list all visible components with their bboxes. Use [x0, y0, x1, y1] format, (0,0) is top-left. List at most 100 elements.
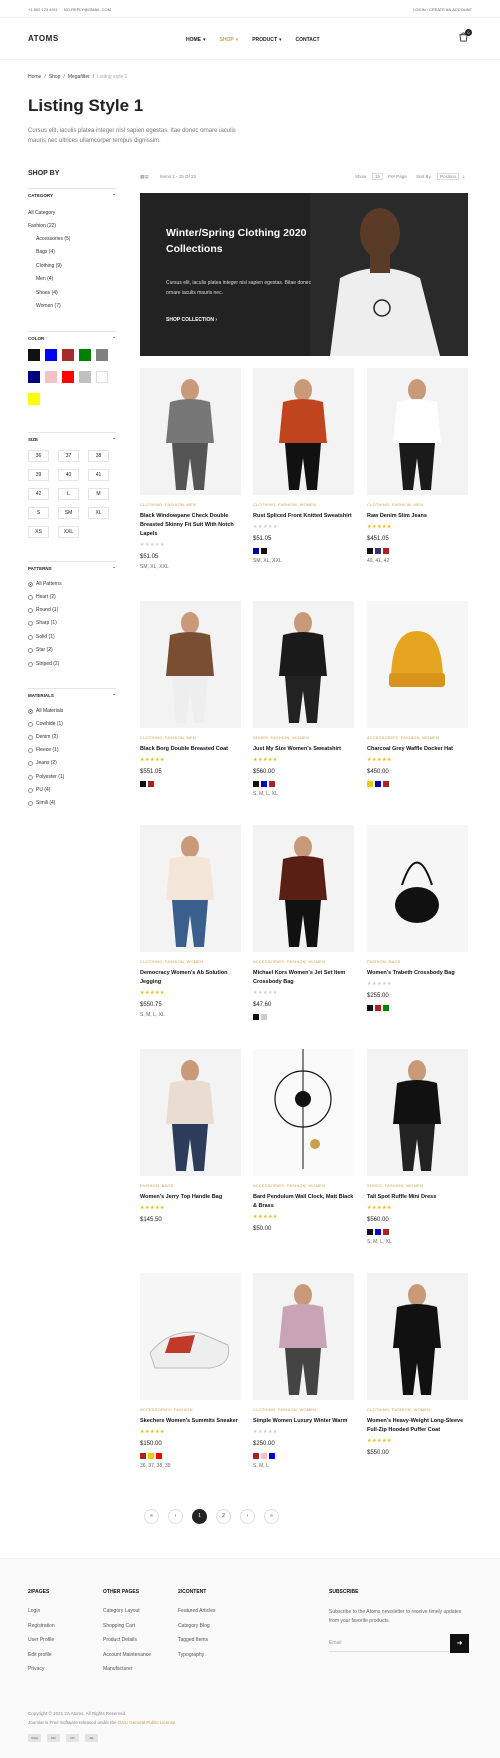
category-item[interactable]: Fashion (22): [28, 223, 56, 229]
product-name[interactable]: Democracy Women's Ab Solution Jegging: [140, 969, 241, 987]
color-swatch[interactable]: [261, 781, 267, 787]
product-card[interactable]: FASHION, BAGS Women's Jerry Top Handle B…: [140, 1049, 241, 1223]
color-swatch[interactable]: [375, 548, 381, 554]
category-item[interactable]: Men (4): [36, 276, 53, 282]
size-filter-header[interactable]: SIZE ⌃: [28, 432, 116, 443]
size-option[interactable]: 40: [58, 469, 79, 481]
license-link[interactable]: GNU General Public License.: [118, 1720, 177, 1725]
product-card[interactable]: SHOES, FASHION, WOMEN Tall Spot Ruffle M…: [367, 1049, 468, 1245]
footer-link[interactable]: Typography: [178, 1652, 216, 1658]
product-name[interactable]: Skechers Women's Summits Sneaker: [140, 1417, 241, 1426]
product-image[interactable]: [253, 601, 354, 728]
product-card[interactable]: CLOTHING, FASHION, MEN Black Borg Double…: [140, 601, 241, 787]
product-image[interactable]: [140, 601, 241, 728]
color-swatch[interactable]: [261, 1014, 267, 1020]
color-swatch[interactable]: [367, 1229, 373, 1235]
product-name[interactable]: Women's Trabeth Crossbody Bag: [367, 969, 468, 978]
color-swatch[interactable]: [62, 349, 74, 361]
size-option[interactable]: L: [58, 488, 79, 500]
product-image[interactable]: [253, 368, 354, 495]
material-option[interactable]: PU (4): [28, 787, 50, 793]
product-image[interactable]: [253, 1049, 354, 1176]
footer-link[interactable]: Privacy: [28, 1666, 55, 1672]
color-swatch[interactable]: [253, 1453, 259, 1459]
materials-filter-header[interactable]: MATERIALS ⌃: [28, 688, 116, 699]
pattern-option[interactable]: Sharp (1): [28, 620, 57, 626]
color-swatch[interactable]: [383, 548, 389, 554]
color-swatch[interactable]: [28, 371, 40, 383]
last-page-button[interactable]: »: [264, 1509, 279, 1524]
size-option[interactable]: 39: [28, 469, 49, 481]
product-card[interactable]: ACCESSORIES, FASHION, WOMEN Charcoal Gre…: [367, 601, 468, 787]
product-card[interactable]: ACCESSORIES, FASHION, WOMEN Bard Pendulu…: [253, 1049, 354, 1232]
product-name[interactable]: Black Windowpane Check Double Breasted S…: [140, 512, 241, 539]
product-image[interactable]: [367, 1273, 468, 1400]
color-swatch[interactable]: [269, 781, 275, 787]
product-image[interactable]: [367, 368, 468, 495]
footer-link[interactable]: Category Layout: [103, 1608, 151, 1614]
product-card[interactable]: SHOES, FASHION, WOMEN Just My Size Women…: [253, 601, 354, 797]
size-option[interactable]: 36: [28, 450, 49, 462]
arrow-right-icon[interactable]: ➜: [450, 1634, 469, 1653]
color-swatch[interactable]: [367, 548, 373, 554]
product-category[interactable]: ACCESSORIES, FASHION, WOMEN: [253, 959, 354, 964]
color-swatch[interactable]: [62, 371, 74, 383]
pattern-option[interactable]: Heart (2): [28, 594, 56, 600]
footer-link[interactable]: Category Blog: [178, 1623, 216, 1629]
product-image[interactable]: [140, 825, 241, 952]
nav-home[interactable]: HOME ▾: [186, 37, 206, 43]
category-item[interactable]: Clothing (9): [36, 263, 62, 269]
footer-link[interactable]: Shopping Cart: [103, 1623, 151, 1629]
color-swatch[interactable]: [45, 349, 57, 361]
color-swatch[interactable]: [367, 781, 373, 787]
color-swatch[interactable]: [140, 781, 146, 787]
pattern-option[interactable]: Star (2): [28, 647, 53, 653]
nav-product[interactable]: PRODUCT ▾: [252, 37, 281, 43]
product-card[interactable]: ACCESSORIES, FASHION, WOMEN Michael Kors…: [253, 825, 354, 1020]
product-category[interactable]: SHOES, FASHION, WOMEN: [367, 1183, 468, 1188]
color-swatch[interactable]: [253, 1014, 259, 1020]
size-option[interactable]: XL: [88, 507, 109, 519]
product-category[interactable]: CLOTHING, FASHION, WOMEN: [140, 959, 241, 964]
product-image[interactable]: [140, 1049, 241, 1176]
material-option[interactable]: Cowhide (1): [28, 721, 63, 727]
product-name[interactable]: Bard Pendulum Wall Clock, Matt Black & B…: [253, 1193, 354, 1211]
product-name[interactable]: Simple Women Luxury Winter Warm: [253, 1417, 354, 1426]
color-swatch[interactable]: [383, 781, 389, 787]
size-option[interactable]: M: [88, 488, 109, 500]
product-card[interactable]: ACCESSORIES, FASHION Skechers Women's Su…: [140, 1273, 241, 1469]
prev-page-button[interactable]: ‹: [168, 1509, 183, 1524]
color-swatch[interactable]: [148, 1453, 154, 1459]
footer-link[interactable]: Product Details: [103, 1637, 151, 1643]
color-swatch[interactable]: [79, 349, 91, 361]
product-category[interactable]: ACCESSORIES, FASHION, WOMEN: [253, 1183, 354, 1188]
material-option[interactable]: Jeans (2): [28, 760, 57, 766]
category-item[interactable]: Women (7): [36, 303, 61, 309]
product-category[interactable]: SHOES, FASHION, WOMEN: [253, 735, 354, 740]
product-card[interactable]: FASHION, BAGS Women's Trabeth Crossbody …: [367, 825, 468, 1011]
size-option[interactable]: SM: [58, 507, 79, 519]
color-swatch[interactable]: [156, 1453, 162, 1459]
size-option[interactable]: XXL: [58, 526, 79, 538]
product-name[interactable]: Rust Spliced Front Knitted Sweatshirt: [253, 512, 354, 521]
login-link[interactable]: LOGIN / CREATE AN ACCOUNT: [413, 7, 472, 12]
category-filter-header[interactable]: CATEGORY ⌃: [28, 188, 116, 199]
product-card[interactable]: CLOTHING, FASHION, WOMEN Women's Heavy-W…: [367, 1273, 468, 1456]
color-swatch[interactable]: [28, 349, 40, 361]
size-option[interactable]: XS: [28, 526, 49, 538]
size-option[interactable]: 37: [58, 450, 79, 462]
show-select[interactable]: 15: [372, 173, 384, 180]
product-category[interactable]: CLOTHING, FASHION, WOMEN: [253, 1407, 354, 1412]
product-category[interactable]: CLOTHING, FASHION, WOMEN: [367, 1407, 468, 1412]
color-swatch[interactable]: [140, 1453, 146, 1459]
product-category[interactable]: CLOTHING, FASHION, WOMEN: [253, 502, 354, 507]
product-name[interactable]: Tall Spot Ruffle Mini Dress: [367, 1193, 468, 1202]
crumb-megafilter[interactable]: Megafilter: [68, 74, 90, 80]
product-name[interactable]: Black Borg Double Breasted Coat: [140, 745, 241, 754]
color-swatch[interactable]: [253, 781, 259, 787]
logo[interactable]: ATOMS: [28, 34, 59, 43]
color-swatch[interactable]: [375, 1005, 381, 1011]
product-name[interactable]: Michael Kors Women's Jet Set Item Crossb…: [253, 969, 354, 987]
product-name[interactable]: Women's Jerry Top Handle Bag: [140, 1193, 241, 1202]
page-2-button[interactable]: 2: [216, 1509, 231, 1524]
